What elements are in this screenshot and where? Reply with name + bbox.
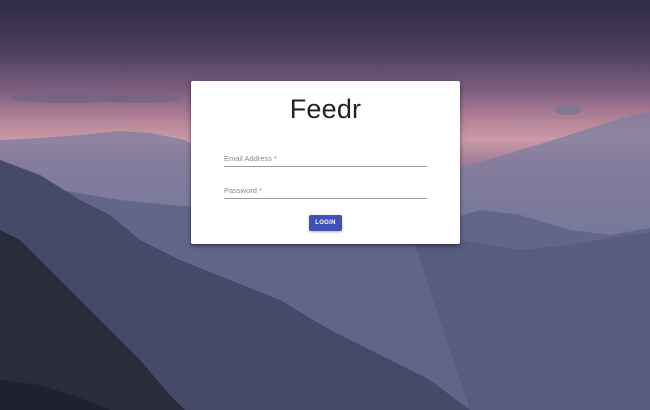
- password-field[interactable]: Password *: [224, 185, 427, 207]
- app-title: Feedr: [289, 94, 362, 124]
- password-input[interactable]: [224, 185, 427, 198]
- email-field[interactable]: Email Address *: [224, 153, 427, 175]
- login-page: Feedr Email Address * Password * LOGIN: [0, 0, 650, 410]
- email-field-underline: [224, 166, 427, 167]
- login-button[interactable]: LOGIN: [309, 215, 342, 231]
- login-card: Feedr Email Address * Password * LOGIN: [191, 81, 460, 244]
- email-input[interactable]: [224, 153, 427, 166]
- password-field-underline: [224, 198, 427, 199]
